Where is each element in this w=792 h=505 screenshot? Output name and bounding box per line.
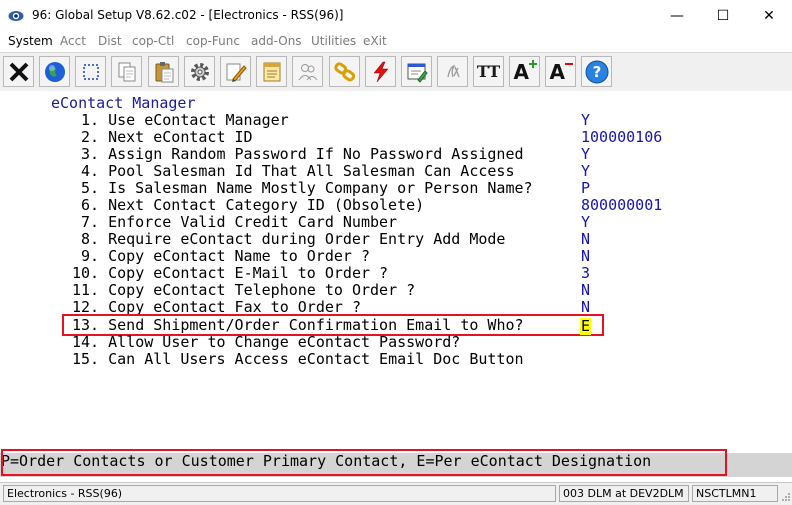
maximize-button[interactable]: ☐ bbox=[700, 0, 746, 32]
option-value-8[interactable]: N bbox=[581, 231, 590, 248]
settings-gear-icon bbox=[190, 62, 209, 81]
option-label-7: 7. Enforce Valid Credit Card Number bbox=[81, 213, 398, 231]
menu-bar: System Acct Dist cop-Ctl cop-Func add-On… bbox=[0, 32, 792, 52]
select-box-button[interactable] bbox=[75, 56, 106, 87]
option-label-11: 11. Copy eContact Telephone to Order ? bbox=[72, 281, 416, 299]
resize-grip-icon[interactable] bbox=[780, 491, 791, 502]
option-value-5[interactable]: P bbox=[581, 180, 590, 197]
close-x-icon bbox=[9, 62, 28, 81]
option-label-2: 2. Next eContact ID bbox=[81, 128, 253, 146]
option-value-9[interactable]: N bbox=[581, 248, 590, 265]
script-icon bbox=[446, 64, 460, 77]
option-label-14: 14. Allow User to Change eContact Passwo… bbox=[72, 333, 461, 351]
screen-heading: eContact Manager bbox=[51, 94, 196, 112]
option-label-9: 9. Copy eContact Name to Order ? bbox=[81, 247, 370, 265]
title-bar: 96: Global Setup V8.62.c02 - [Electronic… bbox=[0, 0, 792, 32]
close-button[interactable]: ✕ bbox=[746, 0, 792, 32]
notepad-button[interactable] bbox=[256, 56, 287, 87]
option-label-15: 15. Can All Users Access eContact Email … bbox=[72, 350, 524, 368]
menu-system[interactable]: System bbox=[8, 34, 53, 48]
script-button[interactable] bbox=[437, 56, 468, 87]
menu-utilities[interactable]: Utilities bbox=[311, 34, 356, 48]
option-value-10[interactable]: 3 bbox=[581, 265, 590, 282]
font-increase-button[interactable]: A bbox=[509, 56, 540, 87]
status-terminal: NSCTLMN1 bbox=[692, 485, 778, 502]
select-box-icon bbox=[82, 63, 99, 80]
font-tt-button[interactable]: TT bbox=[473, 56, 504, 87]
menu-cop-ctl[interactable]: cop-Ctl bbox=[132, 34, 174, 48]
status-company: Electronics - RSS(96) bbox=[3, 485, 556, 502]
notepad-icon bbox=[263, 62, 280, 81]
edit-pencil-icon bbox=[226, 63, 247, 82]
option-label-6: 6. Next Contact Category ID (Obsolete) bbox=[81, 196, 425, 214]
terminal-screen: eContact Manager 1. Use eContact Manager… bbox=[0, 91, 792, 453]
minimize-icon: — bbox=[670, 8, 684, 24]
window-edit-icon bbox=[407, 63, 428, 83]
lightning-icon bbox=[372, 61, 389, 82]
settings-gear-button[interactable] bbox=[184, 56, 215, 87]
option-value-13-input[interactable]: E bbox=[580, 318, 591, 335]
status-session: 003 DLM at DEV2DLM bbox=[559, 485, 689, 502]
font-decrease-button[interactable]: A bbox=[545, 56, 576, 87]
option-label-1: 1. Use eContact Manager bbox=[81, 111, 289, 129]
menu-exit[interactable]: eXit bbox=[363, 34, 387, 48]
minimize-button[interactable]: — bbox=[654, 0, 700, 32]
menu-cop-func[interactable]: cop-Func bbox=[186, 34, 240, 48]
users-button[interactable] bbox=[292, 56, 323, 87]
option-value-6[interactable]: 800000001 bbox=[581, 197, 662, 214]
option-value-4[interactable]: Y bbox=[581, 163, 590, 180]
copy-icon bbox=[118, 62, 135, 81]
option-label-10: 10. Copy eContact E-Mail to Order ? bbox=[72, 264, 389, 282]
users-icon bbox=[298, 63, 317, 80]
option-value-2[interactable]: 100000106 bbox=[581, 129, 662, 146]
close-icon: ✕ bbox=[763, 8, 775, 24]
option-value-3[interactable]: Y bbox=[581, 146, 590, 163]
font-tt-icon: TT bbox=[476, 62, 501, 81]
font-increase-letter: A bbox=[513, 59, 529, 84]
window-edit-button[interactable] bbox=[401, 56, 432, 87]
help-button[interactable]: ? bbox=[581, 56, 612, 87]
maximize-icon: ☐ bbox=[716, 8, 730, 24]
app-eye-icon bbox=[8, 11, 24, 21]
paste-icon bbox=[155, 61, 173, 82]
menu-add-ons[interactable]: add-Ons bbox=[251, 34, 302, 48]
hint-highlight-box bbox=[1, 449, 727, 476]
option-label-3: 3. Assign Random Password If No Password… bbox=[81, 145, 524, 163]
help-icon: ? bbox=[585, 60, 608, 83]
status-bar: Electronics - RSS(96) 003 DLM at DEV2DLM… bbox=[0, 482, 792, 505]
option-label-5: 5. Is Salesman Name Mostly Company or Pe… bbox=[81, 179, 533, 197]
globe-icon bbox=[44, 61, 65, 82]
link-chain-button[interactable] bbox=[329, 56, 360, 87]
option-value-7[interactable]: Y bbox=[581, 214, 590, 231]
edit-pencil-button[interactable] bbox=[220, 56, 251, 87]
option-label-8: 8. Require eContact during Order Entry A… bbox=[81, 230, 506, 248]
option-value-11[interactable]: N bbox=[581, 282, 590, 299]
menu-dist[interactable]: Dist bbox=[98, 34, 122, 48]
font-increase-icon: A bbox=[513, 59, 537, 84]
window-title: 96: Global Setup V8.62.c02 - [Electronic… bbox=[32, 8, 344, 22]
globe-button[interactable] bbox=[39, 56, 70, 87]
plus-icon bbox=[528, 59, 537, 68]
close-x-button[interactable] bbox=[3, 56, 34, 87]
option-value-1[interactable]: Y bbox=[581, 112, 590, 129]
link-chain-icon bbox=[333, 61, 355, 81]
copy-button[interactable] bbox=[111, 56, 142, 87]
font-decrease-letter: A bbox=[549, 59, 565, 84]
menu-acct[interactable]: Acct bbox=[60, 34, 86, 48]
option-label-4: 4. Pool Salesman Id That All Salesman Ca… bbox=[81, 162, 515, 180]
toolbar: TT A A ? bbox=[0, 52, 792, 92]
help-icon-glyph: ? bbox=[592, 63, 601, 81]
paste-button[interactable] bbox=[148, 56, 179, 87]
minus-icon bbox=[564, 62, 573, 65]
lightning-button[interactable] bbox=[365, 56, 396, 87]
font-decrease-icon: A bbox=[549, 60, 573, 84]
